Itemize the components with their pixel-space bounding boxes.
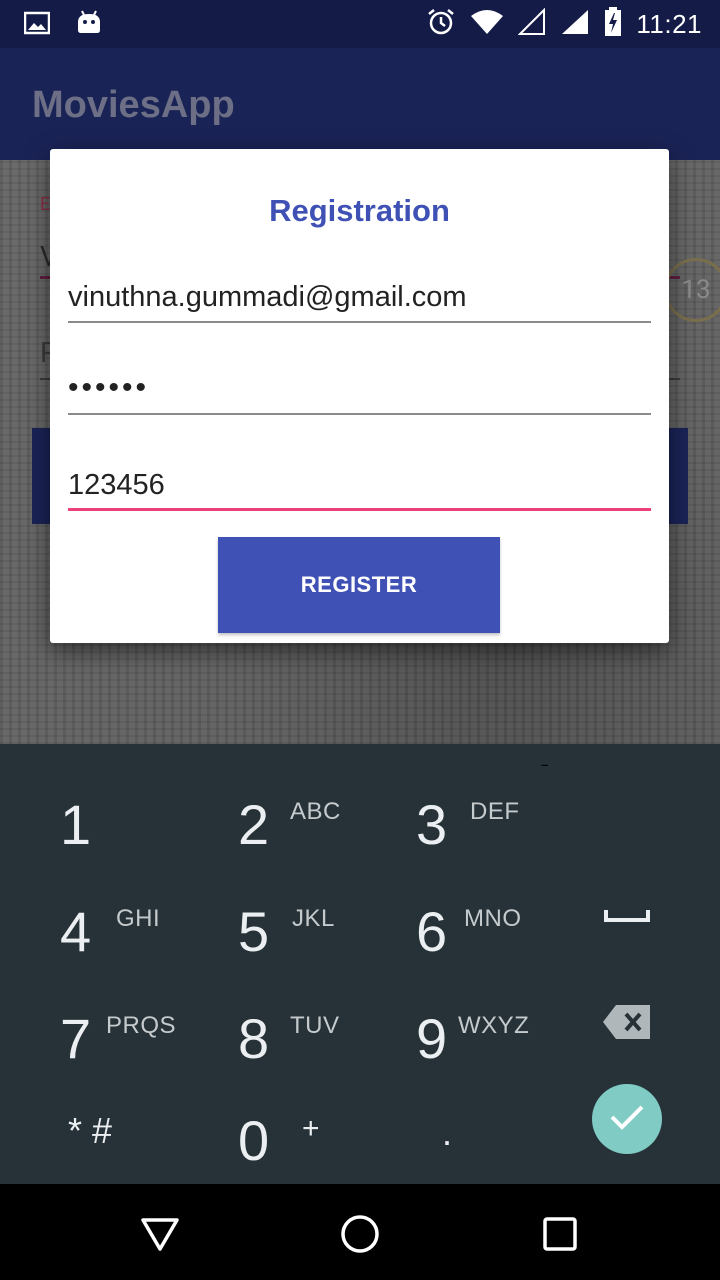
key-7[interactable]: 7 PRQS: [0, 970, 178, 1078]
key-digit: 8: [238, 1007, 270, 1070]
image-icon: [23, 11, 51, 39]
key-letters: ABC: [290, 798, 341, 825]
register-button[interactable]: REGISTER: [218, 537, 500, 633]
phone-field[interactable]: 123456: [68, 457, 651, 515]
space-icon: [604, 907, 650, 926]
numeric-keyboard: 1 2 ABC 3 DEF − 4 GHI 5 JKL 6 MNO 7 PRQS…: [0, 744, 720, 1184]
no-sim-signal-icon: [517, 7, 546, 40]
key-5[interactable]: 5 JKL: [178, 863, 356, 971]
minus-symbol: −: [540, 756, 550, 775]
email-underline: [68, 321, 651, 323]
app-bar: MoviesApp: [0, 48, 720, 160]
check-icon: [609, 1103, 645, 1135]
key-6[interactable]: 6 MNO: [356, 863, 534, 971]
phone-underline-focused: [68, 508, 651, 511]
key-digit: 5: [238, 900, 270, 963]
android-icon: [76, 10, 102, 40]
key-dot[interactable]: .: [356, 1078, 534, 1186]
password-value: ••••••: [68, 371, 150, 404]
alarm-icon: [426, 7, 456, 41]
phone-value: 123456: [68, 469, 165, 501]
key-digit: 2: [238, 793, 270, 856]
dot-symbol: .: [442, 1112, 453, 1153]
backspace-icon: [602, 1004, 652, 1044]
bg-label-email: E: [40, 194, 51, 215]
key-digit: 4: [60, 900, 92, 963]
backspace-key[interactable]: [540, 970, 710, 1078]
key-plus: +: [302, 1112, 320, 1145]
key-8[interactable]: 8 TUV: [178, 970, 356, 1078]
signal-icon: [560, 8, 590, 40]
back-icon[interactable]: [138, 1212, 182, 1256]
dialog-title: Registration: [269, 193, 450, 228]
key-digit: 6: [416, 900, 448, 963]
key-star-hash[interactable]: * #: [0, 1078, 178, 1186]
space-key[interactable]: [540, 863, 710, 971]
key-letters: GHI: [116, 905, 161, 932]
key-digit: 9: [416, 1007, 448, 1070]
key-letters: DEF: [470, 798, 520, 825]
key-0[interactable]: 0 +: [178, 1078, 356, 1186]
key-letters: MNO: [464, 905, 522, 932]
key-9[interactable]: 9 WXYZ: [356, 970, 534, 1078]
key-letters: WXYZ: [458, 1012, 530, 1039]
key-3[interactable]: 3 DEF: [356, 756, 534, 864]
wifi-icon: [470, 8, 504, 40]
key-letters: PRQS: [106, 1012, 177, 1039]
key-digit: 7: [60, 1007, 92, 1070]
done-key[interactable]: [592, 1084, 662, 1154]
home-icon[interactable]: [338, 1212, 382, 1256]
navigation-bar: [0, 1184, 720, 1280]
email-value: vinuthna.gummadi@gmail.com: [68, 281, 467, 313]
password-underline: [68, 413, 651, 415]
email-field[interactable]: vinuthna.gummadi@gmail.com: [68, 269, 651, 325]
key-letters: JKL: [292, 905, 335, 932]
key-letters: TUV: [290, 1012, 340, 1039]
bg-badge: 13: [664, 258, 720, 322]
key-digit: 0: [238, 1109, 270, 1172]
key-1[interactable]: 1: [0, 756, 178, 864]
clock: 11:21: [636, 8, 702, 39]
key-4[interactable]: 4 GHI: [0, 863, 178, 971]
battery-charging-icon: [604, 7, 622, 41]
key-digit: 3: [416, 793, 448, 856]
registration-dialog: Registration vinuthna.gummadi@gmail.com …: [50, 149, 669, 643]
app-title: MoviesApp: [32, 84, 235, 126]
key-digit: 1: [60, 793, 92, 856]
recents-icon[interactable]: [538, 1212, 582, 1256]
star-hash-symbol: * #: [68, 1110, 113, 1151]
key-2[interactable]: 2 ABC: [178, 756, 356, 864]
password-field[interactable]: ••••••: [68, 363, 651, 419]
minus-key[interactable]: −: [540, 756, 710, 864]
status-bar: 11:21: [0, 0, 720, 48]
